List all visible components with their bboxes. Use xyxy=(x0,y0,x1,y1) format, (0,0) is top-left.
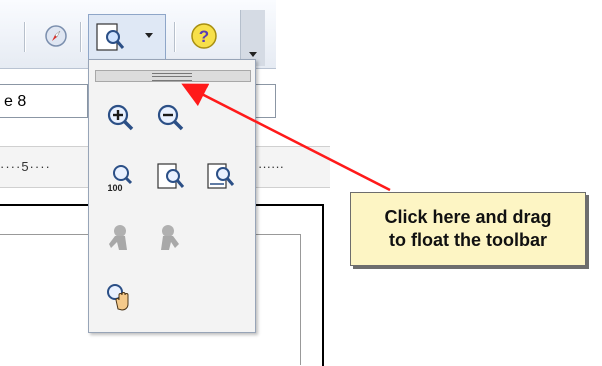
toolbar-separator xyxy=(174,22,176,52)
toolbar-drag-handle[interactable] xyxy=(95,70,251,82)
grip-lines xyxy=(152,73,192,81)
font-size-field[interactable]: e 8 xyxy=(0,84,88,118)
toolbar-overflow-button[interactable] xyxy=(240,10,265,66)
zoom-page-width-icon[interactable] xyxy=(205,162,235,192)
zoom-next-icon xyxy=(161,225,179,250)
chevron-down-icon xyxy=(249,52,257,57)
zoom-dropdown-icon xyxy=(96,23,125,51)
navigator-icon xyxy=(45,25,67,47)
help-icon-label: ? xyxy=(199,27,209,46)
toolbar-separator xyxy=(80,22,82,52)
help-icon: ? xyxy=(191,23,217,49)
zoom-previous-icon xyxy=(109,225,127,250)
ruler-ticks-left: ····5···· xyxy=(0,159,51,173)
annotation-callout: Click here and drag to float the toolbar xyxy=(350,192,586,266)
toolbar-separator xyxy=(24,22,26,52)
zoom-out-icon[interactable] xyxy=(155,102,185,132)
zoom-in-icon[interactable] xyxy=(105,102,135,132)
zoom-dropdown-button[interactable] xyxy=(88,14,166,60)
chevron-down-icon xyxy=(145,33,153,38)
pan-hand-icon[interactable] xyxy=(105,282,135,312)
callout-line-1: Click here and drag xyxy=(384,207,552,227)
zoom-100-icon[interactable]: 100 xyxy=(105,162,135,192)
navigator-button[interactable] xyxy=(38,18,74,54)
ruler-ticks-right: ······ xyxy=(258,159,284,174)
zoom-popup-toolbar: 100 xyxy=(88,59,256,333)
zoom-100-label: 100 xyxy=(107,183,122,192)
help-button[interactable]: ? xyxy=(184,18,224,54)
callout-line-2: to float the toolbar xyxy=(389,230,547,250)
zoom-whole-page-icon[interactable] xyxy=(155,162,185,192)
